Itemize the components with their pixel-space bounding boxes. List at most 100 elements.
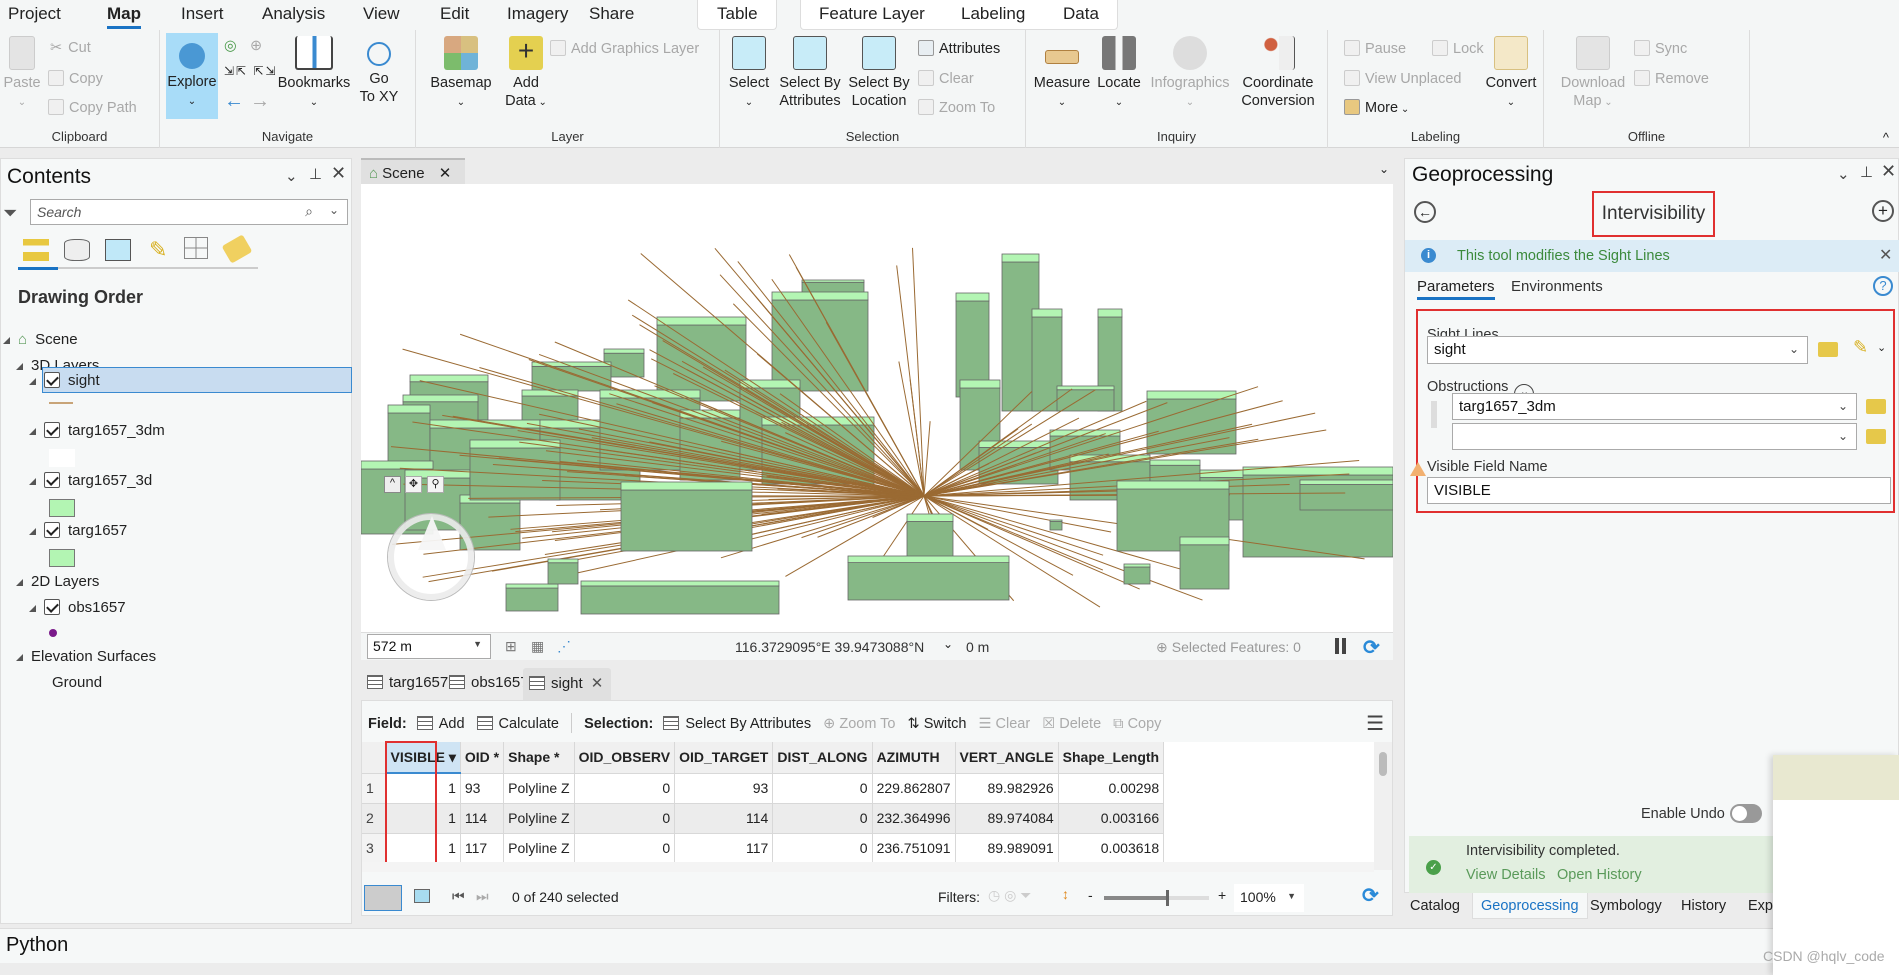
sight-lines-select[interactable]: sight ⌄ — [1427, 336, 1808, 364]
delete-button[interactable]: ☒ Delete — [1042, 716, 1101, 732]
table-cell[interactable]: 89.974084 — [955, 803, 1059, 834]
labeling-icon[interactable] — [221, 234, 253, 264]
drawing-order-icon[interactable] — [23, 239, 49, 261]
show-all-records-button[interactable] — [364, 885, 402, 911]
column-header[interactable]: OID_OBSERV — [574, 742, 676, 774]
collapse-ribbon-icon[interactable]: ^ — [1883, 130, 1889, 145]
view-details-link[interactable]: View Details — [1466, 867, 1546, 883]
layer-item-targ1657-3d[interactable]: targ1657_3d — [29, 472, 152, 489]
obstruction-select-1[interactable]: targ1657_3dm ⌄ — [1452, 393, 1857, 420]
tab-parameters[interactable]: Parameters — [1417, 278, 1495, 300]
calculate-field-button[interactable]: Calculate — [476, 716, 559, 732]
table-cell[interactable]: 0 — [574, 803, 676, 834]
sort-icon[interactable]: ↕ — [1062, 886, 1069, 902]
expand-icon[interactable] — [16, 363, 23, 370]
table-cell[interactable]: Polyline Z — [503, 803, 575, 834]
editing-icon[interactable]: ✎ — [149, 237, 167, 263]
scrollbar-thumb[interactable] — [1379, 752, 1387, 776]
zoom-layer-icon[interactable]: ⊕ — [250, 38, 262, 54]
tab-feature-layer[interactable]: Feature Layer — [819, 4, 925, 24]
vertical-scrollbar[interactable] — [1374, 742, 1392, 870]
zoom-slider-thumb[interactable] — [1166, 890, 1169, 906]
close-tab-icon[interactable]: ✕ — [591, 675, 604, 692]
contents-search-input[interactable]: Search ⌕ ⌄ — [30, 199, 348, 225]
tab-share[interactable]: Share — [589, 4, 634, 24]
obstruction-select-2[interactable]: ⌄ — [1452, 423, 1857, 450]
help-icon[interactable]: ? — [1873, 276, 1893, 296]
row-number[interactable]: 2 — [362, 803, 387, 834]
table-cell[interactable]: 0 — [772, 833, 873, 862]
table-menu-icon[interactable]: ☰ — [1366, 711, 1384, 736]
add-data-button[interactable]: + Add Data ⌄ — [500, 36, 552, 112]
close-icon[interactable]: ✕ — [331, 163, 346, 184]
layer-item-obs1657[interactable]: obs1657 — [29, 599, 126, 616]
explore-button[interactable]: Explore ⌄ — [166, 33, 218, 119]
zoom-level-select[interactable]: 100% ▼ — [1234, 884, 1304, 912]
chevron-down-icon[interactable]: ⌄ — [329, 203, 339, 217]
cut-button[interactable]: ✂ Cut — [50, 40, 91, 56]
table-cell[interactable]: 0.003166 — [1058, 803, 1165, 834]
expand-icon[interactable] — [29, 478, 36, 485]
navigator-compass[interactable] — [388, 514, 474, 600]
python-pane[interactable]: Python — [0, 928, 1899, 963]
copy-button[interactable]: Copy — [48, 70, 103, 87]
layer-visibility-checkbox[interactable] — [44, 422, 60, 438]
tab-table-sight[interactable]: sight ✕ — [523, 668, 611, 700]
tab-edit[interactable]: Edit — [440, 4, 469, 24]
close-tab-icon[interactable]: ✕ — [439, 165, 452, 182]
scale-selector[interactable]: 572 m ▼ — [367, 634, 491, 659]
layer-visibility-checkbox[interactable] — [44, 522, 60, 538]
zoom-to-button[interactable]: ⊕ Zoom To — [823, 716, 895, 732]
table-cell[interactable]: 229.862807 — [872, 773, 956, 804]
tab-map[interactable]: Map — [107, 4, 141, 29]
show-selected-records-button[interactable] — [414, 889, 430, 903]
zoom-out-icon[interactable]: - — [1088, 887, 1093, 903]
zoom-slider[interactable] — [1104, 896, 1208, 900]
refresh-icon[interactable]: ⟳ — [1363, 635, 1380, 660]
pane-menu-icon[interactable]: ⌄ — [285, 167, 298, 185]
navigator-collapse-icon[interactable]: ^ — [384, 476, 401, 493]
first-person-icon[interactable]: ⚲ — [427, 476, 444, 493]
column-header[interactable]: Shape * — [503, 742, 575, 774]
table-row[interactable]: 1 1 93 Polyline Z 0 93 0 229.862807 89.982926 0.0… — [362, 773, 1165, 804]
more-labeling-button[interactable]: More ⌄ — [1344, 99, 1409, 116]
tab-table-targ1657[interactable]: targ1657 — [367, 674, 448, 691]
next-extent-icon[interactable]: → — [250, 90, 270, 113]
time-filter-icon[interactable]: ◷ ◎ ⏷ — [988, 887, 1031, 904]
pin-icon[interactable]: ⊥ — [1860, 163, 1873, 181]
table-cell[interactable]: 114 — [460, 803, 505, 834]
select-all-corner[interactable] — [362, 742, 387, 774]
tab-environments[interactable]: Environments — [1511, 278, 1603, 295]
selected-features-count[interactable]: ⊕ Selected Features: 0 — [1156, 639, 1301, 656]
tab-symbology[interactable]: Symbology — [1590, 898, 1662, 914]
layer-visibility-checkbox[interactable] — [44, 372, 60, 388]
remove-button[interactable]: Remove — [1634, 70, 1709, 87]
tab-insert[interactable]: Insert — [181, 4, 224, 24]
previous-extent-icon[interactable]: ← — [224, 90, 244, 113]
first-record-icon[interactable]: ⏮ — [452, 888, 465, 905]
tree-item-scene[interactable]: ⌂ Scene — [3, 331, 78, 348]
paste-button[interactable]: Paste ⌄ — [2, 36, 42, 112]
column-header[interactable]: OID * — [460, 742, 505, 774]
filter-icon[interactable]: ⏷ — [3, 203, 17, 224]
row-number[interactable]: 3 — [362, 833, 387, 862]
expand-icon[interactable] — [16, 579, 23, 586]
view-unplaced-button[interactable]: View Unplaced — [1344, 70, 1461, 87]
back-icon[interactable]: ← — [1414, 201, 1436, 223]
locate-button[interactable]: Locate ⌄ — [1094, 36, 1144, 112]
lock-labeling-button[interactable]: Lock — [1432, 40, 1484, 57]
sync-button[interactable]: Sync — [1634, 40, 1687, 57]
column-header[interactable]: AZIMUTH — [872, 742, 956, 774]
pan-mode-icon[interactable]: ✥ — [405, 476, 422, 493]
table-cell[interactable]: 232.364996 — [872, 803, 956, 834]
table-cell[interactable]: 89.989091 — [955, 833, 1059, 862]
full-extent-icon[interactable]: ◎ — [224, 38, 237, 54]
table-cell[interactable]: 236.751091 — [872, 833, 956, 862]
add-graphic-icon[interactable]: ⊞ — [505, 638, 517, 655]
zoom-in-icon[interactable]: + — [1218, 887, 1226, 903]
browse-folder-icon[interactable] — [1818, 342, 1838, 357]
copy-path-button[interactable]: Copy Path — [48, 99, 137, 116]
search-icon[interactable]: ⌕ — [305, 203, 313, 220]
data-source-icon[interactable] — [64, 239, 90, 261]
table-cell[interactable]: 89.982926 — [955, 773, 1059, 804]
